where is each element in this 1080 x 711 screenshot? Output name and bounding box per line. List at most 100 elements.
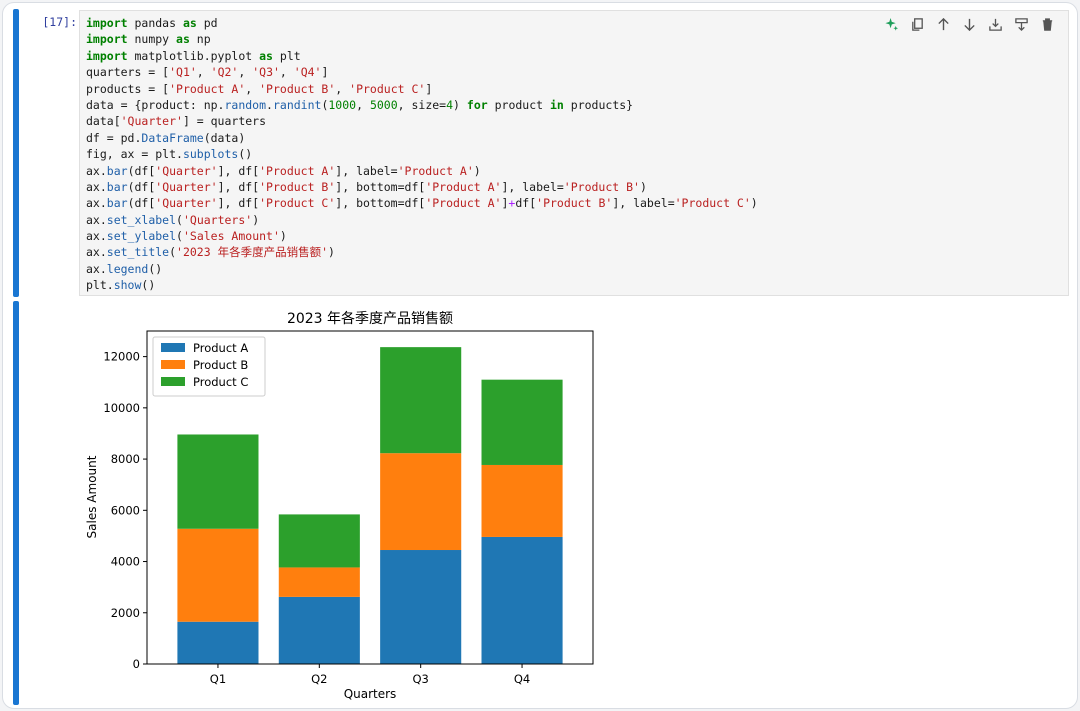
code-token: 'Product B' bbox=[563, 179, 640, 194]
code-token: 'Product A' bbox=[425, 179, 502, 194]
cell-toolbar bbox=[883, 16, 1056, 33]
code-token: np bbox=[189, 32, 211, 47]
code-line: data = {product: np.random.randint(1000,… bbox=[86, 97, 758, 113]
code-token: , bbox=[245, 81, 260, 96]
code-token: ) bbox=[279, 229, 287, 244]
legend-label: Product C bbox=[193, 375, 248, 389]
code-token: 'Quarter' bbox=[120, 114, 183, 129]
code-token: as bbox=[182, 16, 197, 30]
code-line: products = ['Product A', 'Product B', 'P… bbox=[86, 81, 758, 97]
code-token: 'Q4' bbox=[293, 65, 322, 80]
code-token: data[ bbox=[86, 114, 121, 129]
y-tick-label: 8000 bbox=[111, 452, 140, 466]
code-line: plt.show() bbox=[86, 277, 758, 293]
legend-label: Product A bbox=[193, 341, 248, 355]
bar-product-c-q1 bbox=[177, 434, 259, 529]
code-line: fig, ax = plt.subplots() bbox=[86, 146, 758, 162]
chart-title: 2023 年各季度产品销售额 bbox=[287, 311, 453, 327]
code-token: ], bottom=df[ bbox=[335, 196, 426, 211]
code-token: randint bbox=[272, 97, 322, 112]
code-token: legend bbox=[106, 261, 149, 276]
legend-swatch bbox=[161, 360, 185, 369]
code-token: ], df[ bbox=[217, 163, 260, 178]
code-token: ] bbox=[425, 81, 433, 96]
code-token: bar bbox=[106, 163, 128, 178]
code-token: import bbox=[86, 32, 128, 47]
code-token: 'Product B' bbox=[259, 81, 336, 96]
code-token: 5000 bbox=[369, 97, 398, 112]
code-token: subplots bbox=[182, 147, 239, 162]
code-token: ax. bbox=[86, 229, 107, 244]
code-token: ] bbox=[321, 65, 329, 80]
cell-input-collapser[interactable] bbox=[13, 9, 19, 297]
cell-output-collapser[interactable] bbox=[13, 301, 19, 705]
code-token: ax. bbox=[86, 245, 107, 260]
code-token: 'Q1' bbox=[169, 65, 197, 80]
code-token: , bbox=[279, 65, 294, 80]
delete-button[interactable] bbox=[1039, 16, 1056, 33]
code-token: in bbox=[550, 97, 564, 112]
insert-below-button[interactable] bbox=[1013, 16, 1030, 33]
code-token: ) bbox=[750, 196, 758, 211]
code-line: import matplotlib.pyplot as plt bbox=[86, 48, 758, 64]
code-token: ( bbox=[176, 212, 183, 227]
code-token: 'Product A' bbox=[169, 81, 246, 96]
trash-icon bbox=[1042, 18, 1053, 31]
code-token: ] = quarters bbox=[182, 114, 267, 129]
code-token: 'Quarters' bbox=[182, 212, 253, 227]
x-tick-label: Q3 bbox=[412, 672, 428, 686]
code-token: (df[ bbox=[127, 163, 156, 178]
y-tick-label: 2000 bbox=[111, 606, 140, 620]
bar-product-c-q2 bbox=[278, 514, 360, 568]
code-line: ax.set_ylabel('Sales Amount') bbox=[86, 228, 758, 244]
code-token: products = [ bbox=[86, 81, 170, 96]
sparkle-button[interactable] bbox=[883, 16, 900, 33]
y-tick-label: 4000 bbox=[111, 555, 140, 569]
code-token: 4 bbox=[446, 97, 454, 112]
code-token: (data) bbox=[203, 130, 246, 145]
x-axis-label: Quarters bbox=[344, 687, 397, 701]
code-token: ], label= bbox=[501, 179, 564, 194]
code-token: 'Quarter' bbox=[155, 163, 218, 178]
bar-product-a-q2 bbox=[278, 596, 360, 664]
code-token: random bbox=[224, 97, 267, 112]
code-token: ) bbox=[252, 212, 260, 227]
code-line: df = pd.DataFrame(data) bbox=[86, 130, 758, 146]
code-token: 1000 bbox=[328, 97, 357, 112]
code-token: quarters = [ bbox=[86, 65, 170, 80]
bar-product-b-q1 bbox=[177, 528, 259, 622]
move-down-button[interactable] bbox=[961, 16, 978, 33]
code-token: 'Quarter' bbox=[155, 179, 218, 194]
code-token: 'Product B' bbox=[259, 179, 336, 194]
code-token: () bbox=[141, 278, 156, 293]
bar-product-c-q3 bbox=[380, 347, 462, 454]
code-token: , bbox=[356, 97, 370, 112]
code-line: ax.bar(df['Quarter'], df['Product A'], l… bbox=[86, 163, 758, 179]
legend-swatch bbox=[161, 343, 185, 352]
code-token: for bbox=[466, 97, 488, 112]
code-token: ], bottom=df[ bbox=[335, 179, 426, 194]
code-text[interactable]: import pandas as pd import numpy as np imp… bbox=[86, 15, 758, 294]
code-token: bar bbox=[106, 179, 128, 194]
code-editor[interactable]: import pandas as pd import numpy as np imp… bbox=[79, 10, 1069, 296]
bar-product-b-q4 bbox=[481, 464, 563, 537]
code-token: fig, ax = plt. bbox=[86, 147, 183, 162]
code-line: quarters = ['Q1', 'Q2', 'Q3', 'Q4'] bbox=[86, 64, 758, 80]
code-line: data['Quarter'] = quarters bbox=[86, 113, 758, 129]
code-token: import bbox=[86, 16, 128, 30]
insert-above-button[interactable] bbox=[987, 16, 1004, 33]
code-token: 'Product C' bbox=[349, 81, 426, 96]
bar-product-a-q3 bbox=[380, 550, 462, 664]
legend-label: Product B bbox=[193, 358, 248, 372]
code-token: ], label= bbox=[335, 163, 398, 178]
code-token: numpy bbox=[127, 32, 177, 47]
copy-button[interactable] bbox=[909, 16, 926, 33]
code-token: ], label= bbox=[612, 196, 675, 211]
code-token: , bbox=[335, 81, 350, 96]
code-token: 'Product A' bbox=[425, 196, 502, 211]
code-token: 'Product C' bbox=[674, 196, 751, 211]
code-token: product bbox=[487, 97, 550, 112]
insert-below-icon bbox=[1015, 18, 1028, 32]
move-up-button[interactable] bbox=[935, 16, 952, 33]
code-token: (df[ bbox=[127, 196, 156, 211]
